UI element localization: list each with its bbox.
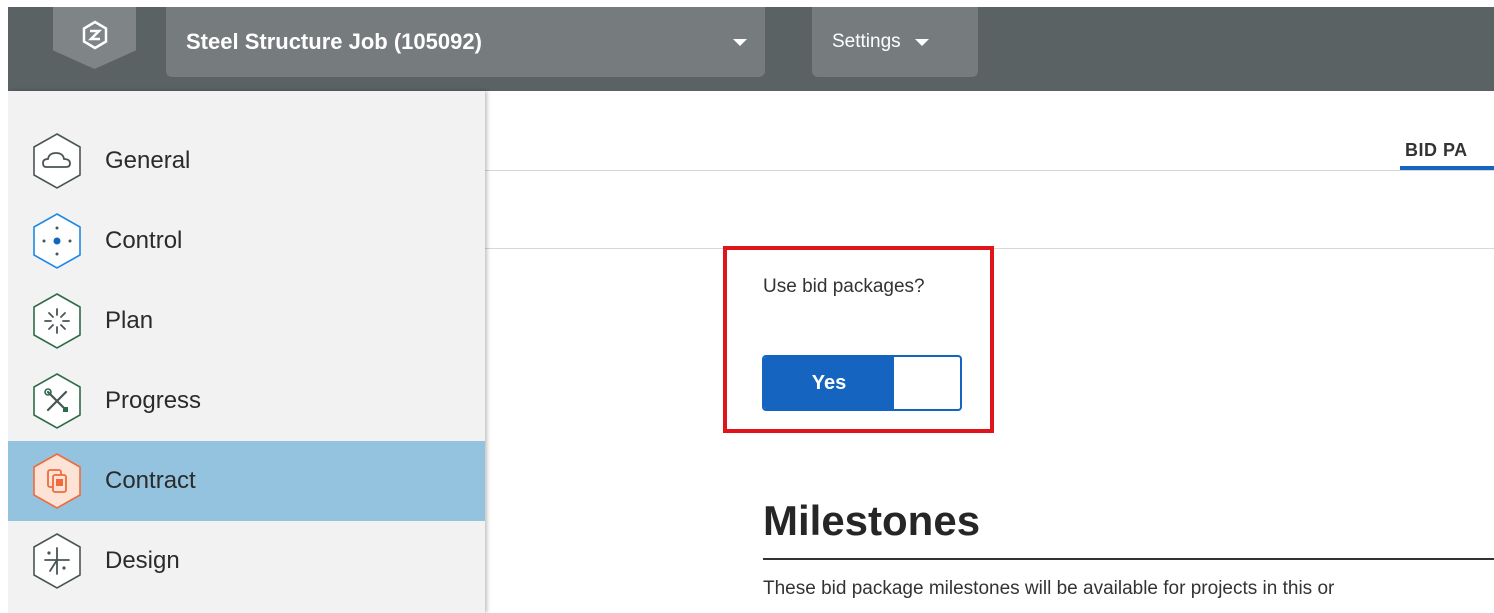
chevron-down-icon [914,38,929,46]
cloud-icon [33,133,81,189]
window-frame-left [0,0,8,613]
settings-label: Settings [832,31,901,52]
job-select-label: Steel Structure Job (105092) [186,29,482,54]
burst-icon [33,293,81,349]
target-dot-icon [33,213,81,269]
compass-icon [33,533,81,589]
module-menu: General Control Plan Progress Contract D… [8,91,485,613]
nav-item-design[interactable]: Design [8,521,485,601]
nav-item-plan[interactable]: Plan [8,281,485,361]
toggle-yes-label: Yes [764,357,894,409]
nav-item-label: Contract [105,467,196,494]
top-bar: Steel Structure Job (105092) Settings [8,7,1494,91]
chevron-down-icon [733,39,747,46]
nav-item-contract[interactable]: Contract [8,441,485,521]
nav-item-label: General [105,147,191,174]
documents-icon [33,453,81,509]
use-bid-packages-toggle[interactable]: Yes [762,355,962,411]
nav-item-label: Design [105,547,180,574]
app-logo-button[interactable] [53,7,136,69]
milestones-heading: Milestones [763,497,981,544]
milestones-description: These bid package milestones will be ava… [763,578,1335,599]
heading-underline [763,558,1494,560]
divider [485,170,1494,171]
nav-item-label: Progress [105,387,202,414]
nav-item-general[interactable]: General [8,121,485,201]
settings-menu-button[interactable]: Settings [812,7,978,77]
use-bid-packages-label: Use bid packages? [763,276,925,297]
nav-item-label: Control [105,227,183,254]
tab-bid-packages[interactable]: BID PA [1405,140,1468,161]
nav-item-label: Plan [105,307,154,334]
nav-item-progress[interactable]: Progress [8,361,485,441]
tab-bar [485,91,1494,170]
nav-item-control[interactable]: Control [8,201,485,281]
app-logo-icon [82,20,107,50]
window-frame-top [0,0,1494,7]
job-select-dropdown[interactable]: Steel Structure Job (105092) [166,7,765,77]
tools-icon [33,373,81,429]
